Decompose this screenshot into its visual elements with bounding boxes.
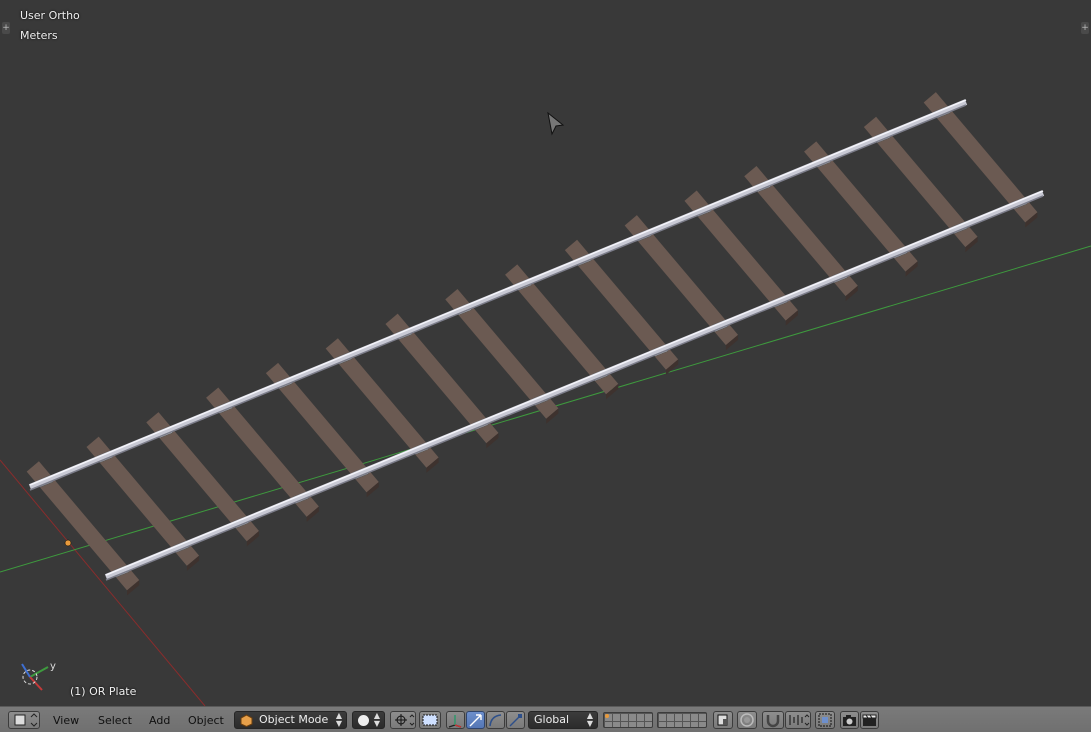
viewport-shading-select[interactable]: ▲ ▼ [352,711,385,729]
manipulator-icon [422,714,438,726]
rail-shadow [29,104,967,491]
object-origin[interactable] [64,539,72,547]
clapper-icon [862,714,877,726]
editor-type-button[interactable] [8,711,40,729]
render-still-button[interactable] [840,711,859,729]
mode-chevron-icon: ▲ ▼ [335,711,342,728]
scene-canvas[interactable]: y [0,0,1091,706]
lock-icon [717,714,728,726]
rotate-icon [489,714,502,727]
menu-view[interactable]: View [53,714,79,727]
3d-viewport[interactable]: y User Ortho Meters (1) OR Plate + + [0,0,1091,706]
snap-icon [766,715,780,728]
scale-icon [509,714,522,727]
viewport-header: View Select Add Object Object Mode ▲ ▼ ▲ ▼ [0,706,1091,732]
proportional-editing-button[interactable] [737,711,757,729]
active-layer-dot [605,714,609,718]
camera-icon [843,715,856,726]
translate-button[interactable] [466,711,485,729]
x-axis-line [0,459,206,706]
pivot-icon [395,714,415,726]
units-label: Meters [20,29,58,42]
manipulator-axes-icon [448,715,462,728]
sleepers [26,92,1038,596]
axis-gizmo: y [21,661,56,691]
active-object-label: (1) OR Plate [70,685,137,698]
menu-add[interactable]: Add [149,714,170,727]
mode-label: Object Mode [259,713,329,726]
render-animation-button[interactable] [860,711,879,729]
layers-group-1[interactable] [603,712,653,728]
scale-button[interactable] [506,711,525,729]
layers-group-2[interactable] [657,712,707,728]
rail-highlight [29,99,967,486]
snap-target-button[interactable] [815,711,835,729]
orientation-label: Global [534,713,570,726]
menu-select[interactable]: Select [98,714,132,727]
translate-icon [469,714,482,727]
manipulate-center-button[interactable] [419,711,441,729]
snap-toggle-button[interactable] [762,711,784,729]
gizmo-y-label: y [50,661,56,672]
orientation-chevron-icon: ▲ ▼ [586,711,593,728]
transform-orientation-select[interactable]: Global ▲ ▼ [528,711,598,729]
shading-chevron-icon: ▲ ▼ [373,711,380,728]
region-expand-right-icon[interactable]: + [1081,22,1089,34]
rails [28,99,1045,581]
shading-sphere-icon [358,715,369,726]
mode-select[interactable]: Object Mode ▲ ▼ [234,711,347,729]
mouse-cursor-icon [547,111,565,136]
view-name-label: User Ortho [20,9,80,22]
tie-plates [36,106,1028,578]
snap-element-button[interactable] [785,711,811,729]
region-expand-left-icon[interactable]: + [2,22,10,34]
snap-target-icon [818,713,832,727]
menu-object[interactable]: Object [188,714,224,727]
transform-manipulator-toggle[interactable] [446,711,465,729]
snap-increment-icon [789,714,810,726]
lock-camera-button[interactable] [713,711,733,729]
editor-type-icon [14,713,38,727]
object-mode-cube-icon [240,714,253,727]
rail-left[interactable] [28,99,968,490]
proportional-icon [740,713,754,727]
pivot-point-button[interactable] [390,711,416,729]
rotate-button[interactable] [486,711,505,729]
